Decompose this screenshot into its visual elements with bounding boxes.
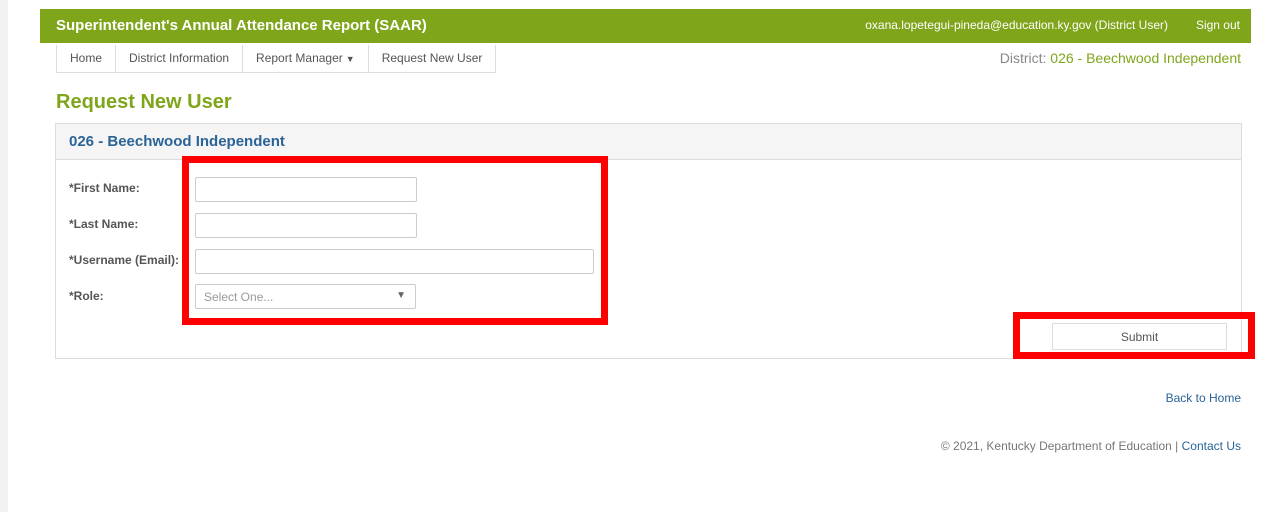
submit-button[interactable]: Submit: [1052, 323, 1227, 350]
copyright-text: © 2021, Kentucky Department of Education…: [940, 439, 1179, 453]
page-left-edge: [0, 0, 8, 512]
nav-item-request-new-user[interactable]: Request New User: [369, 45, 496, 72]
nav-item-district-information[interactable]: District Information: [116, 45, 244, 72]
last-name-input[interactable]: [195, 213, 417, 238]
first-name-label: *First Name:: [69, 181, 140, 195]
caret-down-icon: ▼: [345, 54, 355, 64]
nav-item-label: District Information: [129, 51, 230, 65]
nav-item-label: Report Manager: [256, 51, 343, 65]
main-nav: Home District Information Report Manager…: [56, 45, 497, 73]
footer: © 2021, Kentucky Department of Education…: [941, 439, 1241, 453]
contact-us-link[interactable]: Contact Us: [1182, 439, 1241, 453]
district-value: 026 - Beechwood Independent: [1050, 50, 1241, 66]
nav-item-report-manager[interactable]: Report Manager ▼: [243, 45, 369, 72]
role-select-value: Select One...: [204, 290, 274, 304]
page-title: Request New User: [56, 91, 232, 113]
user-email: oxana.lopetegui-pineda@education.ky.gov …: [865, 18, 1168, 32]
username-label: *Username (Email):: [69, 253, 180, 267]
district-indicator: District: 026 - Beechwood Independent: [1000, 50, 1241, 66]
panel-header: 026 - Beechwood Independent: [56, 124, 1241, 160]
role-label: *Role:: [69, 289, 104, 303]
back-to-home-link[interactable]: Back to Home: [1166, 391, 1241, 405]
app-title: Superintendent's Annual Attendance Repor…: [56, 17, 427, 34]
top-bar: Superintendent's Annual Attendance Repor…: [40, 9, 1251, 43]
nav-item-label: Home: [70, 51, 103, 65]
first-name-input[interactable]: [195, 177, 417, 202]
username-email-input[interactable]: [195, 249, 594, 274]
district-prefix: District:: [999, 50, 1047, 66]
sign-out-link[interactable]: Sign out: [1196, 18, 1240, 32]
nav-item-label: Request New User: [381, 51, 483, 65]
role-select[interactable]: Select One... ▼: [195, 284, 416, 309]
caret-down-icon: ▼: [396, 290, 406, 301]
nav-item-home[interactable]: Home: [57, 45, 117, 72]
request-user-panel: 026 - Beechwood Independent *First Name:…: [55, 123, 1242, 359]
last-name-label: *Last Name:: [69, 217, 139, 231]
